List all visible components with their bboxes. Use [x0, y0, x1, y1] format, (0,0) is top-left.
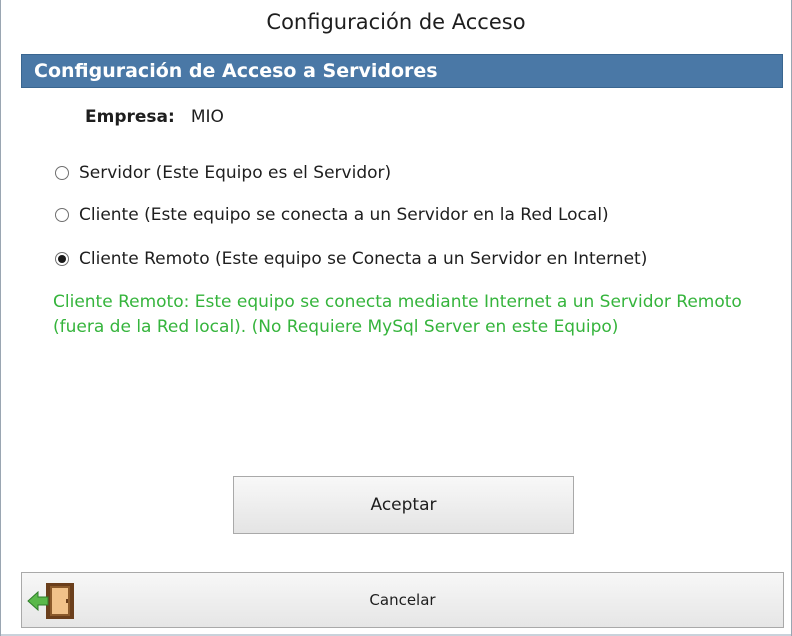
option-servidor-label[interactable]: Servidor (Este Equipo es el Servidor): [79, 163, 391, 183]
remote-client-note: Cliente Remoto: Este equipo se conecta m…: [53, 292, 742, 337]
option-cliente[interactable]: Cliente (Este equipo se conecta a un Ser…: [55, 202, 609, 228]
option-servidor[interactable]: Servidor (Este Equipo es el Servidor): [55, 160, 391, 186]
exit-door-icon: [27, 583, 74, 619]
accept-button[interactable]: Aceptar: [233, 476, 574, 534]
radio-cliente-remoto[interactable]: [55, 252, 69, 266]
radio-servidor[interactable]: [55, 166, 69, 180]
option-cliente-label[interactable]: Cliente (Este equipo se conecta a un Ser…: [79, 205, 609, 225]
radio-selected-dot: [58, 255, 66, 263]
company-value: MIO: [190, 107, 224, 127]
cancel-label: Cancelar: [369, 591, 436, 609]
company-label: Empresa:: [85, 107, 175, 127]
section-header: Configuración de Acceso a Servidores: [21, 54, 783, 88]
window-title: Configuración de Acceso: [1, 0, 791, 44]
radio-cliente[interactable]: [55, 208, 69, 222]
option-cliente-remoto[interactable]: Cliente Remoto (Este equipo se Conecta a…: [55, 246, 647, 272]
access-config-window: Configuración de Acceso Configuración de…: [0, 0, 792, 636]
company-row: Empresa: MIO: [85, 105, 224, 129]
option-cliente-remoto-label[interactable]: Cliente Remoto (Este equipo se Conecta a…: [79, 249, 647, 269]
cancel-button[interactable]: Cancelar: [21, 572, 784, 628]
